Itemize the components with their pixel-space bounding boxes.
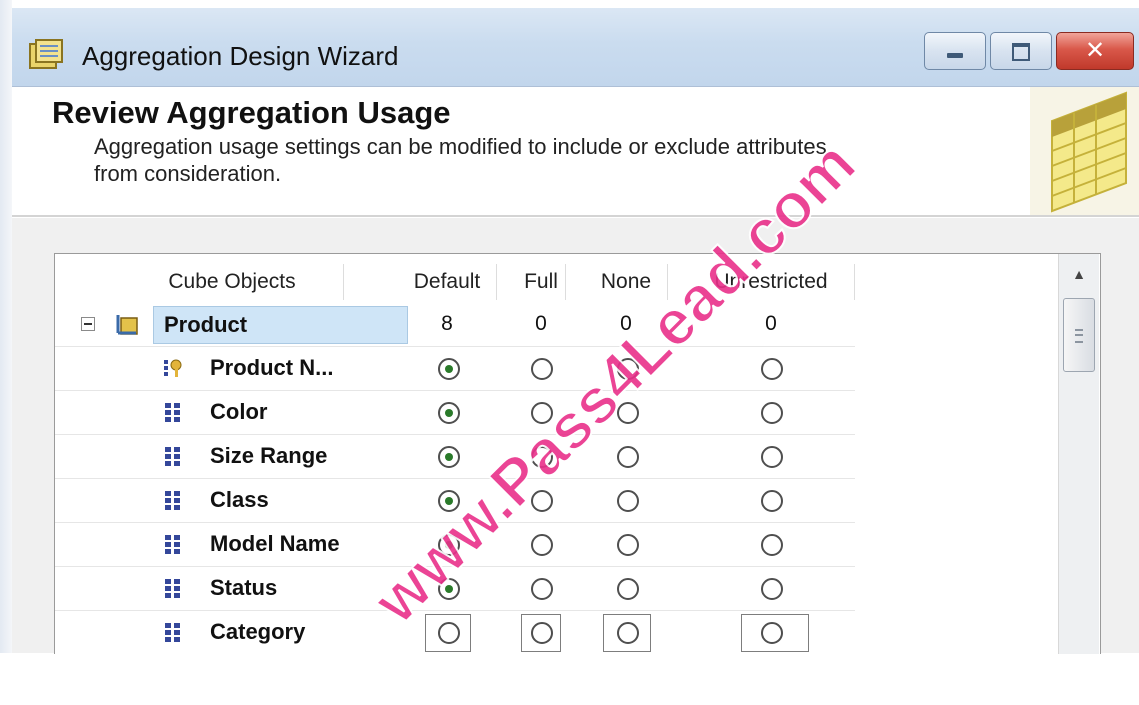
radio-default[interactable] bbox=[438, 534, 460, 556]
attribute-icon bbox=[165, 491, 180, 510]
radio-none[interactable] bbox=[617, 358, 639, 380]
radio-unrestricted[interactable] bbox=[761, 622, 783, 644]
none-count: 0 bbox=[620, 312, 632, 335]
grid-content: Cube Objects Default Full None Unrestric… bbox=[55, 254, 855, 654]
radio-unrestricted[interactable] bbox=[761, 446, 783, 468]
attribute-row[interactable]: Category bbox=[55, 610, 855, 654]
radio-default[interactable] bbox=[438, 402, 460, 424]
radio-unrestricted[interactable] bbox=[761, 402, 783, 424]
radio-none[interactable] bbox=[617, 578, 639, 600]
attribute-row[interactable]: Class bbox=[55, 478, 855, 523]
page-title: Review Aggregation Usage bbox=[52, 95, 451, 130]
key-attribute-icon bbox=[164, 359, 182, 377]
minimize-icon bbox=[947, 53, 963, 58]
attribute-row[interactable]: Model Name bbox=[55, 522, 855, 567]
page-description-continued: from consideration. bbox=[94, 161, 282, 186]
collapse-toggle-icon[interactable] bbox=[81, 317, 95, 331]
attribute-icon bbox=[165, 403, 180, 422]
attribute-name: Status bbox=[210, 575, 278, 600]
attribute-row[interactable]: Color bbox=[55, 390, 855, 435]
attribute-name: Product N... bbox=[210, 355, 334, 380]
radio-unrestricted[interactable] bbox=[761, 358, 783, 380]
radio-full[interactable] bbox=[531, 534, 553, 556]
dimension-row-product[interactable]: Product 8 0 0 0 bbox=[55, 302, 855, 347]
attribute-icon bbox=[165, 535, 180, 554]
column-header-default[interactable]: Default bbox=[398, 264, 497, 300]
unrestricted-count: 0 bbox=[765, 312, 777, 335]
attribute-name: Category bbox=[210, 619, 306, 644]
dimension-cube-icon bbox=[116, 315, 138, 335]
radio-default[interactable] bbox=[438, 358, 460, 380]
wizard-header: Review Aggregation Usage Aggregation usa… bbox=[12, 87, 1139, 217]
radio-default[interactable] bbox=[438, 578, 460, 600]
radio-unrestricted[interactable] bbox=[761, 534, 783, 556]
radio-full[interactable] bbox=[531, 622, 553, 644]
close-button[interactable]: ✕ bbox=[1056, 32, 1134, 70]
scrollbar-thumb[interactable] bbox=[1063, 298, 1095, 372]
column-header-full[interactable]: Full bbox=[517, 264, 566, 300]
title-bar[interactable]: Aggregation Design Wizard ✕ bbox=[12, 8, 1139, 87]
default-count: 8 bbox=[441, 312, 453, 335]
attribute-name: Model Name bbox=[210, 531, 340, 556]
maximize-button[interactable] bbox=[990, 32, 1052, 70]
close-icon: ✕ bbox=[1084, 36, 1106, 64]
vertical-scrollbar[interactable]: ▲ bbox=[1058, 254, 1099, 654]
attribute-icon bbox=[165, 579, 180, 598]
wizard-app-icon bbox=[29, 39, 63, 69]
radio-full[interactable] bbox=[531, 578, 553, 600]
attribute-name: Color bbox=[210, 399, 268, 424]
radio-none[interactable] bbox=[617, 446, 639, 468]
attribute-icon bbox=[165, 623, 180, 642]
minimize-button[interactable] bbox=[924, 32, 986, 70]
column-header-none[interactable]: None bbox=[585, 264, 668, 300]
radio-none[interactable] bbox=[617, 534, 639, 556]
radio-unrestricted[interactable] bbox=[761, 578, 783, 600]
attribute-row[interactable]: Size Range bbox=[55, 434, 855, 479]
radio-full[interactable] bbox=[531, 402, 553, 424]
radio-default[interactable] bbox=[438, 622, 460, 644]
radio-full[interactable] bbox=[531, 446, 553, 468]
radio-default[interactable] bbox=[438, 446, 460, 468]
column-header-cube-objects[interactable]: Cube Objects bbox=[121, 264, 344, 300]
scroll-up-arrow-icon[interactable]: ▲ bbox=[1059, 254, 1099, 294]
radio-none[interactable] bbox=[617, 402, 639, 424]
window-title: Aggregation Design Wizard bbox=[82, 41, 399, 71]
radio-default[interactable] bbox=[438, 490, 460, 512]
aggregation-usage-grid: Cube Objects Default Full None Unrestric… bbox=[54, 253, 1101, 654]
radio-unrestricted[interactable] bbox=[761, 490, 783, 512]
radio-full[interactable] bbox=[531, 358, 553, 380]
radio-none[interactable] bbox=[617, 622, 639, 644]
page-description: Aggregation usage settings can be modifi… bbox=[94, 134, 827, 159]
attribute-icon bbox=[165, 447, 180, 466]
table-graphic-icon bbox=[1030, 87, 1139, 215]
grip-icon bbox=[1075, 329, 1083, 343]
attribute-name: Class bbox=[210, 487, 269, 512]
maximize-icon bbox=[1012, 43, 1030, 61]
wizard-window: Aggregation Design Wizard ✕ Review Aggre… bbox=[0, 0, 1139, 654]
attribute-row[interactable]: Product N... bbox=[55, 346, 855, 391]
column-header-unrestricted[interactable]: Unrestricted bbox=[688, 264, 855, 300]
window-left-edge bbox=[0, 0, 12, 653]
radio-none[interactable] bbox=[617, 490, 639, 512]
attribute-row[interactable]: Status bbox=[55, 566, 855, 611]
full-count: 0 bbox=[535, 312, 547, 335]
radio-full[interactable] bbox=[531, 490, 553, 512]
attribute-name: Size Range bbox=[210, 443, 328, 468]
dimension-name[interactable]: Product bbox=[153, 306, 408, 344]
